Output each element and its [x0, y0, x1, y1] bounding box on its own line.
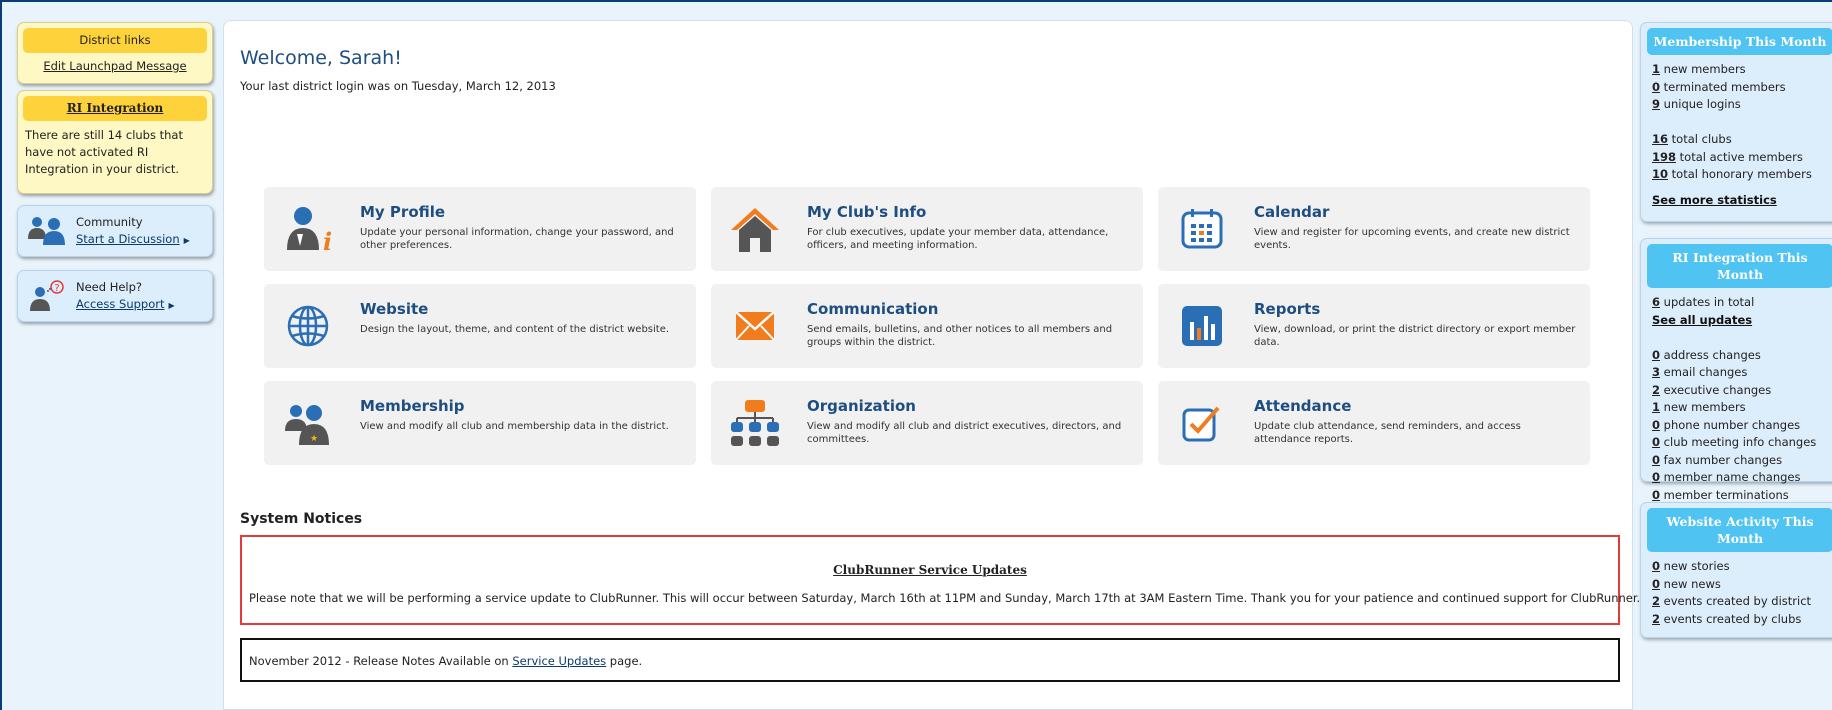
website-activity-box: Website Activity This Month 0 new storie… — [1640, 502, 1832, 638]
district-links-box: District links Edit Launchpad Message — [17, 22, 213, 84]
house-icon — [725, 201, 785, 257]
tile-description: Update club attendance, send reminders, … — [1254, 421, 1521, 445]
website-activity-title: Website Activity This Month — [1647, 508, 1832, 552]
ri-integration-stats-title: RI Integration This Month — [1647, 244, 1832, 288]
tile-title[interactable]: Calendar — [1254, 203, 1329, 221]
stat-row[interactable]: 198 total active members — [1652, 149, 1832, 167]
tile-description: Send emails, bulletins, and other notice… — [807, 324, 1113, 348]
community-box: Community Start a Discussion ▶ — [17, 205, 213, 257]
stat-row[interactable]: 2 events created by district — [1652, 593, 1832, 611]
release-notes-text: November 2012 - Release Notes Available … — [249, 654, 642, 668]
service-notice-box: ClubRunner Service Updates Please note t… — [240, 535, 1640, 625]
stat-row[interactable]: 10 total honorary members — [1652, 166, 1832, 184]
tile-my-clubs-info[interactable]: My Club's Info For club executives, upda… — [711, 187, 1143, 271]
tile-calendar[interactable]: Calendar View and register for upcoming … — [1158, 187, 1590, 271]
svg-text:i: i — [323, 227, 332, 254]
district-links-title: District links — [23, 28, 207, 53]
notice-body: Please note that we will be performing a… — [249, 591, 1641, 605]
ri-integration-text: There are still 14 clubs that have not a… — [25, 128, 183, 176]
tile-organization[interactable]: Organization View and modify all club an… — [711, 381, 1143, 465]
stat-row[interactable]: 0 member name changes — [1652, 469, 1832, 487]
ri-integration-title[interactable]: RI Integration — [23, 96, 207, 121]
stat-row[interactable]: 1 new members — [1652, 399, 1832, 417]
ri-integration-stats-box: RI Integration This Month 6 updates in t… — [1640, 238, 1832, 502]
svg-text:?: ? — [54, 283, 59, 294]
notice-title-link[interactable]: ClubRunner Service Updates — [242, 563, 1618, 577]
tile-title[interactable]: Membership — [360, 397, 465, 415]
stat-row[interactable]: 9 unique logins — [1652, 96, 1832, 114]
community-label: Community — [76, 214, 143, 229]
tile-membership[interactable]: ★ Membership View and modify all club an… — [264, 381, 696, 465]
help-box: ? Need Help? Access Support ▶ — [17, 270, 213, 322]
tile-reports[interactable]: Reports View, download, or print the dis… — [1158, 284, 1590, 368]
main-panel: Welcome, Sarah! Your last district login… — [223, 20, 1640, 710]
tile-title[interactable]: My Profile — [360, 203, 445, 221]
see-all-updates-link[interactable]: See all updates — [1652, 312, 1832, 330]
see-more-statistics-link[interactable]: See more statistics — [1652, 192, 1832, 210]
stat-row[interactable]: 2 events created by clubs — [1652, 611, 1832, 629]
help-label: Need Help? — [76, 279, 143, 294]
arrow-right-icon: ▶ — [168, 300, 175, 310]
release-notes-box: November 2012 - Release Notes Available … — [240, 638, 1620, 682]
tile-my-profile[interactable]: i My Profile Update your personal inform… — [264, 187, 696, 271]
user-profile-icon: i — [278, 201, 338, 257]
svg-text:★: ★ — [310, 434, 318, 444]
stat-row[interactable]: 0 new stories — [1652, 558, 1832, 576]
community-icon — [26, 215, 66, 248]
start-discussion-link[interactable]: Start a Discussion — [76, 232, 180, 246]
tile-description: For club executives, update your member … — [807, 227, 1109, 251]
stat-row[interactable]: 1 new members — [1652, 61, 1832, 79]
checkbox-icon — [1172, 395, 1232, 451]
stat-row[interactable]: 3 email changes — [1652, 364, 1832, 382]
stat-row[interactable]: 0 address changes — [1652, 347, 1832, 365]
tile-website[interactable]: Website Design the layout, theme, and co… — [264, 284, 696, 368]
bar-chart-icon — [1172, 298, 1232, 354]
stat-row[interactable]: 0 terminated members — [1652, 79, 1832, 97]
calendar-icon — [1172, 201, 1232, 257]
help-icon: ? — [26, 279, 66, 314]
access-support-link[interactable]: Access Support — [76, 297, 165, 311]
stat-row[interactable]: 0 club meeting info changes — [1652, 434, 1832, 452]
ri-integration-box: RI Integration There are still 14 clubs … — [17, 90, 213, 194]
membership-stats-box: Membership This Month 1 new members 0 te… — [1640, 22, 1832, 222]
org-chart-icon — [725, 395, 785, 451]
tile-description: View, download, or print the district di… — [1254, 324, 1576, 348]
globe-icon — [278, 298, 338, 354]
envelope-icon — [725, 298, 785, 354]
stat-row[interactable]: 6 updates in total — [1652, 294, 1832, 312]
tile-title[interactable]: Website — [360, 300, 428, 318]
stat-row[interactable]: 0 fax number changes — [1652, 452, 1832, 470]
tile-description: View and modify all club and membership … — [360, 421, 669, 432]
tile-title[interactable]: Attendance — [1254, 397, 1351, 415]
last-login-text: Your last district login was on Tuesday,… — [240, 79, 556, 93]
tile-description: Design the layout, theme, and content of… — [360, 324, 670, 335]
arrow-right-icon: ▶ — [183, 235, 190, 245]
welcome-heading: Welcome, Sarah! — [240, 47, 402, 69]
tile-description: View and modify all club and district ex… — [807, 421, 1122, 445]
tile-title[interactable]: Organization — [807, 397, 916, 415]
edit-launchpad-link[interactable]: Edit Launchpad Message — [18, 59, 212, 73]
system-notices-heading: System Notices — [240, 511, 363, 527]
stat-row[interactable]: 2 executive changes — [1652, 382, 1832, 400]
tile-attendance[interactable]: Attendance Update club attendance, send … — [1158, 381, 1590, 465]
release-suffix: page. — [606, 654, 643, 668]
members-icon: ★ — [278, 395, 338, 451]
tile-title[interactable]: My Club's Info — [807, 203, 926, 221]
tile-title[interactable]: Communication — [807, 300, 938, 318]
service-updates-link[interactable]: Service Updates — [512, 654, 606, 668]
tile-description: View and register for upcoming events, a… — [1254, 227, 1570, 251]
tile-description: Update your personal information, change… — [360, 227, 674, 251]
stat-row[interactable]: 0 new news — [1652, 576, 1832, 594]
release-prefix: November 2012 - Release Notes Available … — [249, 654, 513, 668]
stat-row[interactable]: 0 phone number changes — [1652, 417, 1832, 435]
stat-row[interactable]: 16 total clubs — [1652, 131, 1832, 149]
membership-stats-title: Membership This Month — [1647, 28, 1832, 55]
tile-communication[interactable]: Communication Send emails, bulletins, an… — [711, 284, 1143, 368]
tile-title[interactable]: Reports — [1254, 300, 1320, 318]
